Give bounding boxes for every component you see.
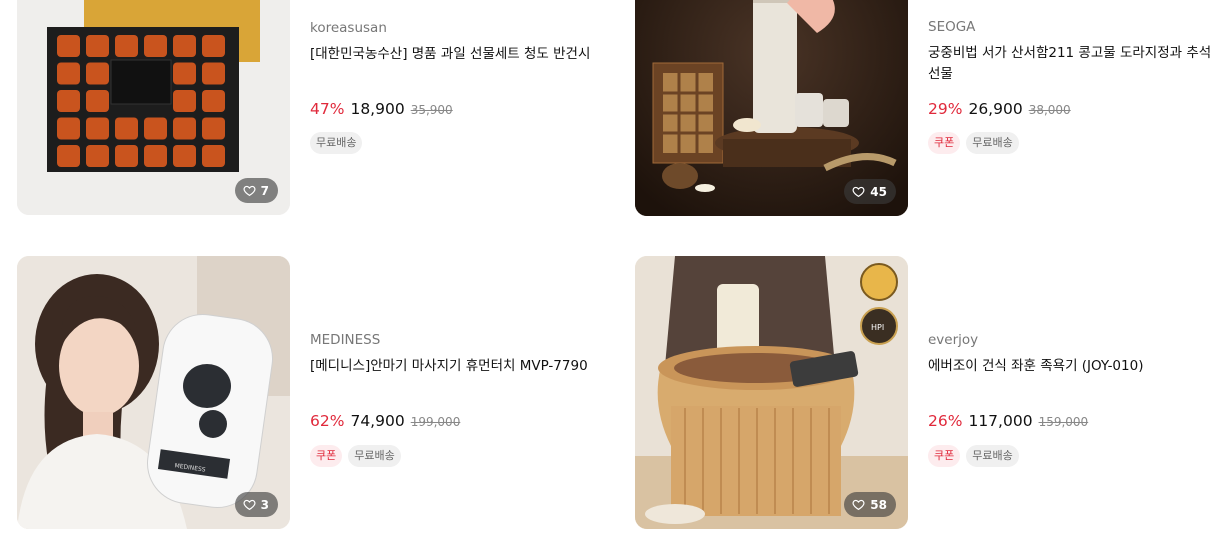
free-shipping-tag: 무료배송 — [966, 445, 1019, 467]
hand-massager-model-illustration: MEDINESS — [17, 256, 290, 529]
brand-name[interactable]: everjoy — [928, 332, 1218, 348]
certification-badge-text: HPI — [871, 323, 884, 332]
product-card[interactable]: 7 koreasusan [대한민국농수산] 명품 과일 선물세트 청도 반건시… — [17, 0, 607, 216]
like-button[interactable]: 7 — [234, 178, 278, 203]
product-image[interactable]: HPI 58 — [635, 256, 908, 529]
persimmon-piece — [144, 145, 167, 167]
product-image[interactable]: 7 — [17, 0, 290, 215]
tag-list: 무료배송 — [310, 132, 600, 154]
product-card[interactable]: 45 SEOGA 궁중비법 서가 산서함211 콩고물 도라지정과 추석선물 2… — [635, 0, 1221, 217]
persimmon-piece — [86, 62, 109, 85]
like-count: 58 — [870, 497, 887, 512]
persimmon-piece — [202, 62, 225, 85]
persimmon-piece — [173, 35, 196, 57]
persimmon-piece — [115, 35, 138, 57]
heart-icon — [243, 185, 256, 197]
price-row: 29% 26,900 38,000 — [928, 100, 1218, 118]
persimmon-piece — [115, 117, 138, 140]
coupon-tag: 쿠폰 — [928, 132, 961, 154]
persimmon-piece — [173, 145, 196, 167]
persimmon-piece — [115, 145, 138, 167]
persimmon-piece — [202, 145, 225, 167]
like-button[interactable]: 3 — [234, 492, 278, 517]
like-count: 45 — [870, 184, 887, 199]
coupon-tag: 쿠폰 — [928, 445, 961, 467]
price-row: 47% 18,900 35,900 — [310, 100, 600, 118]
persimmon-piece — [57, 35, 80, 57]
persimmon-piece — [86, 117, 109, 140]
sale-price: 26,900 — [968, 100, 1023, 118]
discount-rate: 47% — [310, 100, 345, 118]
original-price: 159,000 — [1038, 415, 1089, 429]
heart-icon — [852, 499, 865, 511]
persimmon-piece — [202, 90, 225, 112]
brand-name[interactable]: SEOGA — [928, 19, 1218, 35]
product-title[interactable]: 궁중비법 서가 산서함211 콩고물 도라지정과 추석선물 — [928, 43, 1218, 85]
persimmon-piece — [202, 117, 225, 140]
brand-name[interactable]: MEDINESS — [310, 332, 600, 348]
discount-rate: 29% — [928, 100, 963, 118]
product-card[interactable]: MEDINESS 3 MEDINESS [메디니스]안마기 마사지기 휴먼터치 … — [17, 256, 607, 530]
persimmon-piece — [57, 90, 80, 112]
tag-list: 쿠폰 무료배송 — [928, 132, 1218, 154]
coupon-tag: 쿠폰 — [310, 445, 343, 467]
persimmon-piece — [144, 35, 167, 57]
free-shipping-tag: 무료배송 — [966, 132, 1019, 154]
persimmon-piece — [57, 145, 80, 167]
product-image[interactable]: MEDINESS 3 — [17, 256, 290, 529]
persimmon-piece — [57, 62, 80, 85]
product-card[interactable]: HPI 58 everjoy 에버조이 건식 좌훈 족욕기 (JOY-010) … — [635, 256, 1221, 530]
price-row: 26% 117,000 159,000 — [928, 412, 1218, 430]
heart-icon — [243, 499, 256, 511]
persimmon-piece — [144, 117, 167, 140]
product-title[interactable]: [메디니스]안마기 마사지기 휴먼터치 MVP-7790 — [310, 356, 600, 377]
foot-spa-illustration: HPI — [635, 256, 908, 529]
persimmon-piece — [86, 35, 109, 57]
original-price: 199,000 — [410, 415, 461, 429]
like-button[interactable]: 58 — [844, 492, 896, 517]
persimmon-piece — [173, 62, 196, 85]
original-price: 35,900 — [410, 103, 453, 117]
sale-price: 117,000 — [968, 412, 1033, 430]
brand-name[interactable]: koreasusan — [310, 20, 600, 36]
price-row: 62% 74,900 199,000 — [310, 412, 600, 430]
discount-rate: 62% — [310, 412, 345, 430]
sale-price: 74,900 — [350, 412, 405, 430]
persimmon-piece — [173, 117, 196, 140]
persimmon-piece — [86, 90, 109, 112]
persimmon-piece — [86, 145, 109, 167]
persimmon-piece — [202, 35, 225, 57]
sale-price: 18,900 — [350, 100, 405, 118]
like-button[interactable]: 45 — [844, 179, 896, 204]
discount-rate: 26% — [928, 412, 963, 430]
persimmon-piece — [173, 90, 196, 112]
like-count: 7 — [260, 183, 269, 198]
original-price: 38,000 — [1028, 103, 1071, 117]
tag-list: 쿠폰 무료배송 — [310, 445, 600, 467]
persimmon-piece — [57, 117, 80, 140]
product-title[interactable]: [대한민국농수산] 명품 과일 선물세트 청도 반건시 — [310, 44, 600, 65]
tag-list: 쿠폰 무료배송 — [928, 445, 1218, 467]
heart-icon — [852, 186, 865, 198]
free-shipping-tag: 무료배송 — [310, 132, 363, 154]
product-title[interactable]: 에버조이 건식 좌훈 족욕기 (JOY-010) — [928, 356, 1218, 377]
free-shipping-tag: 무료배송 — [348, 445, 401, 467]
like-count: 3 — [260, 497, 269, 512]
product-image[interactable]: 45 — [635, 0, 908, 216]
